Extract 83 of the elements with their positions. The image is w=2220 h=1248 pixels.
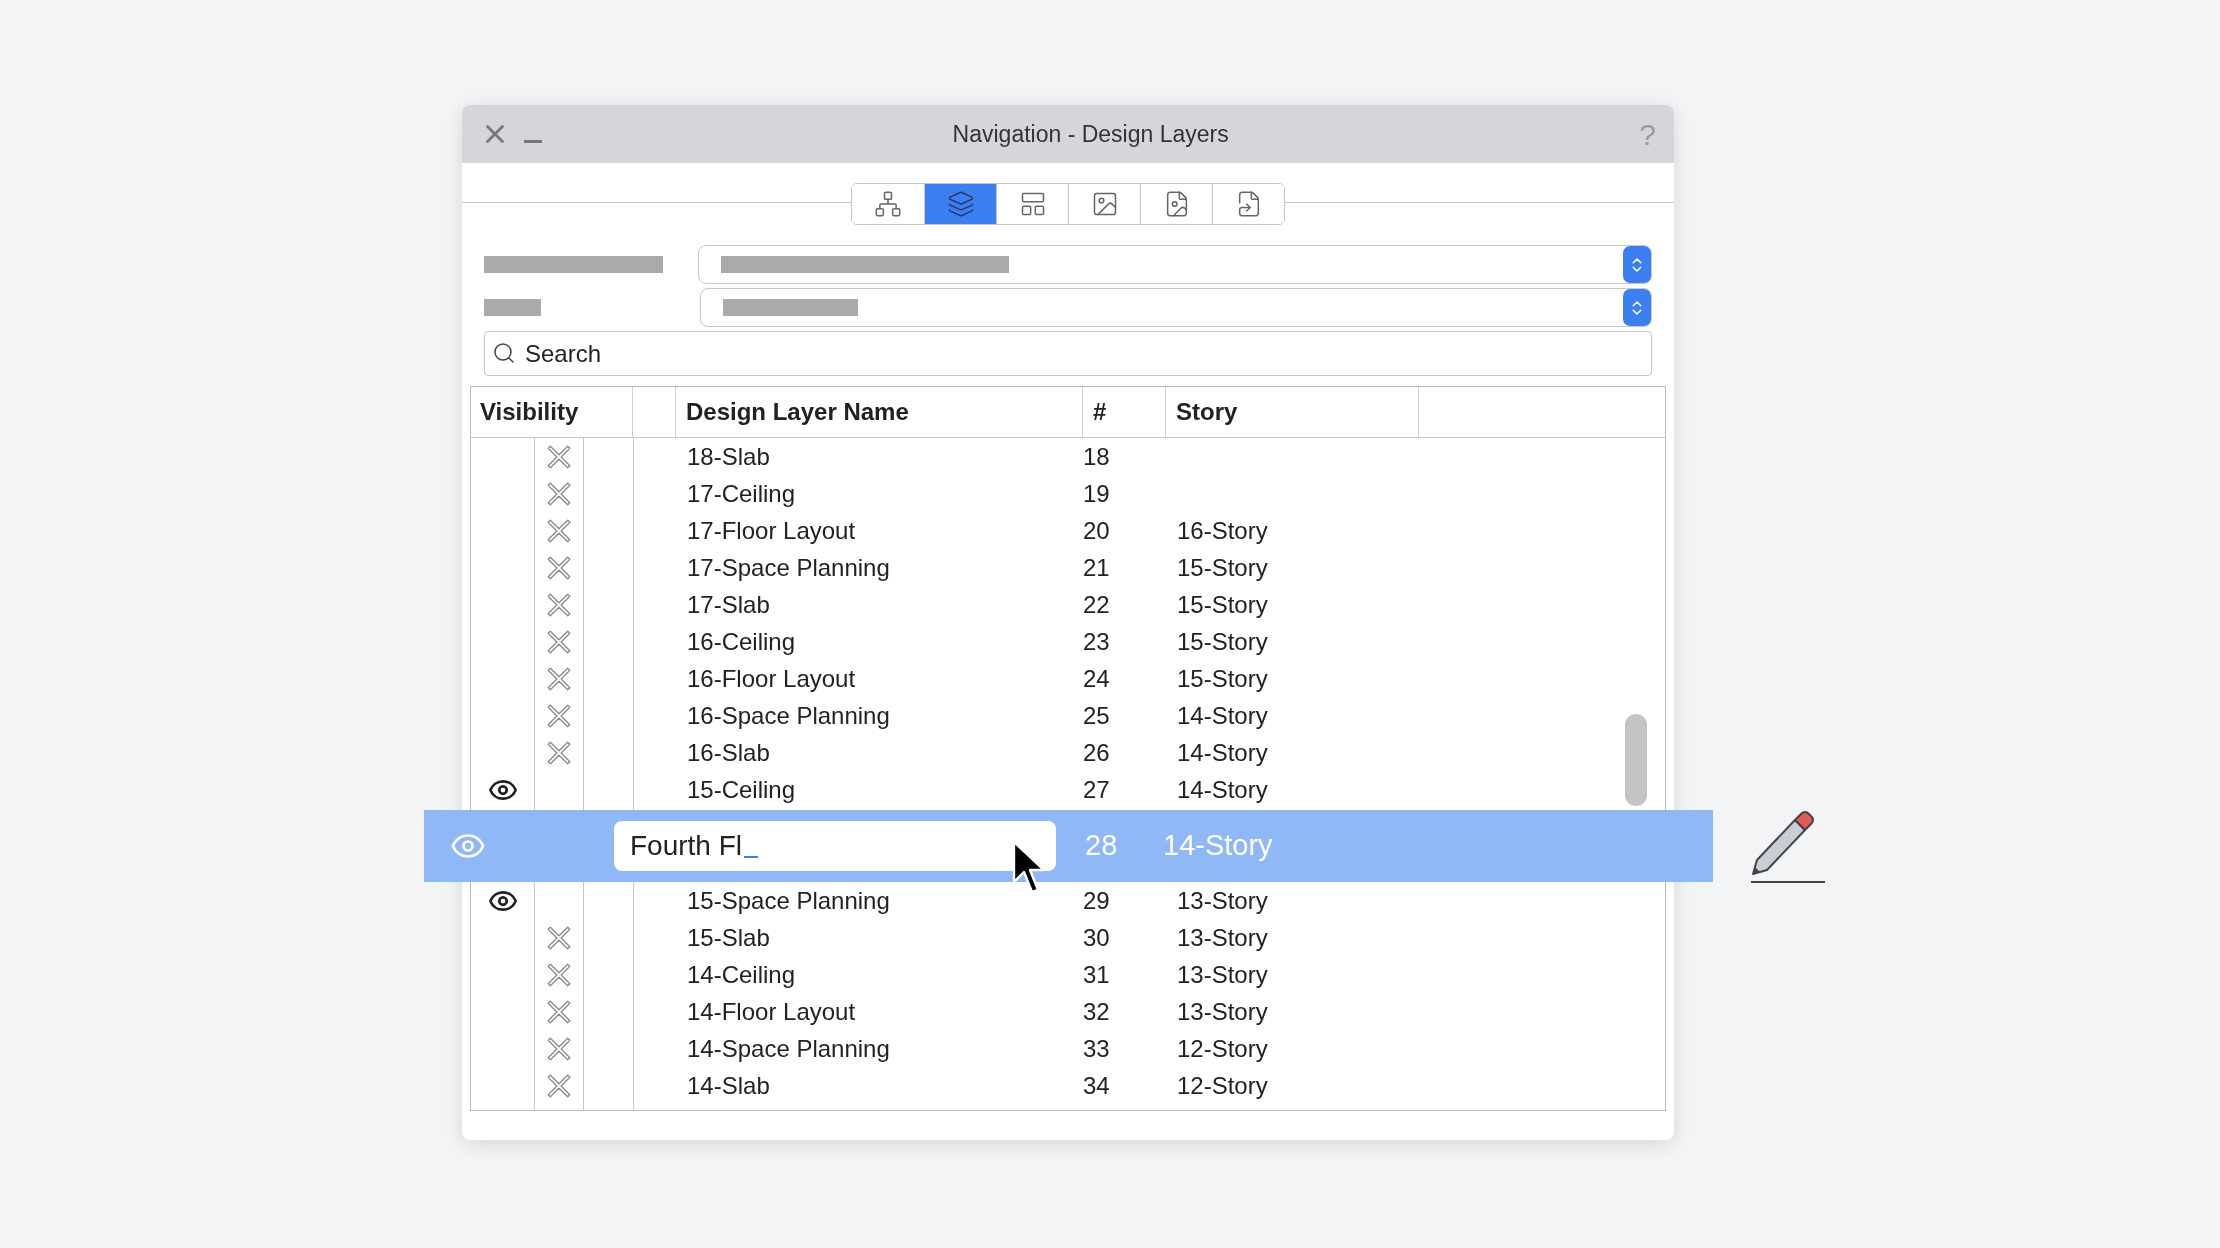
view-tab[interactable] — [1212, 184, 1284, 224]
x-icon[interactable] — [546, 665, 572, 692]
layer-name: 15-Ceiling — [687, 775, 796, 803]
layer-name: 17-Ceiling — [687, 479, 796, 507]
column-header[interactable]: Design Layer Name — [686, 394, 909, 430]
layer-name: 14-Floor Layout — [687, 997, 856, 1025]
layer-number: 28 — [1085, 828, 1119, 864]
story-name: 15-Story — [1177, 627, 1268, 655]
layer-name: 14-Space Planning — [687, 1034, 890, 1062]
layers-icon — [946, 190, 975, 218]
story-name: 13-Story — [1177, 886, 1268, 914]
layer-number: 27 — [1083, 775, 1110, 803]
scrollbar[interactable] — [1625, 714, 1647, 806]
layer-name: 15-Slab — [687, 923, 770, 951]
x-icon[interactable] — [546, 998, 572, 1025]
layer-number: 23 — [1083, 627, 1110, 655]
search-field[interactable]: Search — [484, 331, 1652, 376]
column-header[interactable]: Visibility — [480, 394, 579, 430]
layer-name: 17-Floor Layout — [687, 516, 856, 544]
column-header[interactable]: # — [1093, 394, 1107, 430]
story-name: 15-Story — [1177, 553, 1268, 581]
window-title: Navigation - Design Layers — [952, 120, 1229, 147]
layer-name: 15-Space Planning — [687, 886, 890, 914]
layer-number: 20 — [1083, 516, 1110, 544]
layer-name: 16-Ceiling — [687, 627, 796, 655]
story-name: 14-Story — [1177, 701, 1268, 729]
dragged-row[interactable]: Fourth Fl 28 14-Story — [424, 810, 1713, 882]
layer-name: 16-Slab — [687, 738, 770, 766]
dropdown-field[interactable] — [700, 288, 1652, 327]
layer-number: 19 — [1083, 479, 1110, 507]
dropdown-field[interactable] — [698, 245, 1652, 284]
rename-field[interactable]: Fourth Fl — [614, 821, 1056, 871]
story-name: 14-Story — [1177, 738, 1268, 766]
story-name: 15-Story — [1177, 590, 1268, 618]
story-name: 14-Story — [1177, 775, 1268, 803]
x-icon[interactable] — [546, 480, 572, 507]
layer-name: 17-Space Planning — [687, 553, 890, 581]
layer-number: 21 — [1083, 553, 1110, 581]
x-icon[interactable] — [546, 1035, 572, 1062]
x-icon[interactable] — [546, 443, 572, 470]
layer-number: 22 — [1083, 590, 1110, 618]
x-icon[interactable] — [546, 628, 572, 655]
story-name: 13-Story — [1177, 960, 1268, 988]
x-icon[interactable] — [546, 1072, 572, 1099]
layer-number: 32 — [1083, 997, 1110, 1025]
layer-number: 31 — [1083, 960, 1110, 988]
layer-name: 14-Ceiling — [687, 960, 796, 988]
story-name: 16-Story — [1177, 516, 1268, 544]
layer-name: 16-Floor Layout — [687, 664, 856, 692]
minimize-icon[interactable] — [524, 139, 542, 143]
layer-number: 24 — [1083, 664, 1110, 692]
x-icon[interactable] — [546, 924, 572, 951]
story-name: 14-Story — [1163, 828, 1273, 864]
x-icon[interactable] — [546, 961, 572, 988]
stepper-button[interactable] — [1623, 289, 1651, 326]
column-header[interactable]: Story — [1176, 394, 1238, 430]
layer-number: 26 — [1083, 738, 1110, 766]
layer-name: 14-Slab — [687, 1071, 770, 1099]
story-name: 12-Story — [1177, 1071, 1268, 1099]
layer-number: 29 — [1083, 886, 1110, 914]
story-name: 15-Story — [1177, 664, 1268, 692]
layer-name: 17-Slab — [687, 590, 770, 618]
layer-number: 33 — [1083, 1034, 1110, 1062]
stepper-button[interactable] — [1623, 246, 1651, 283]
layer-number: 34 — [1083, 1071, 1110, 1099]
label-placeholder-bar — [484, 299, 542, 316]
x-icon[interactable] — [546, 554, 572, 581]
story-name: 12-Story — [1177, 1034, 1268, 1062]
layer-number: 18 — [1083, 442, 1110, 470]
story-name: 13-Story — [1177, 923, 1268, 951]
text-caret — [744, 856, 759, 858]
x-icon[interactable] — [546, 739, 572, 766]
story-name: 13-Story — [1177, 997, 1268, 1025]
x-icon[interactable] — [546, 517, 572, 544]
x-icon[interactable] — [546, 702, 572, 729]
layer-number: 25 — [1083, 701, 1110, 729]
layer-name: 16-Space Planning — [687, 701, 890, 729]
layer-name: 18-Slab — [687, 442, 770, 470]
view-tab[interactable] — [924, 184, 996, 224]
network-icon — [874, 190, 902, 218]
x-icon[interactable] — [546, 591, 572, 618]
layer-number: 30 — [1083, 923, 1110, 951]
search-icon — [492, 341, 516, 365]
